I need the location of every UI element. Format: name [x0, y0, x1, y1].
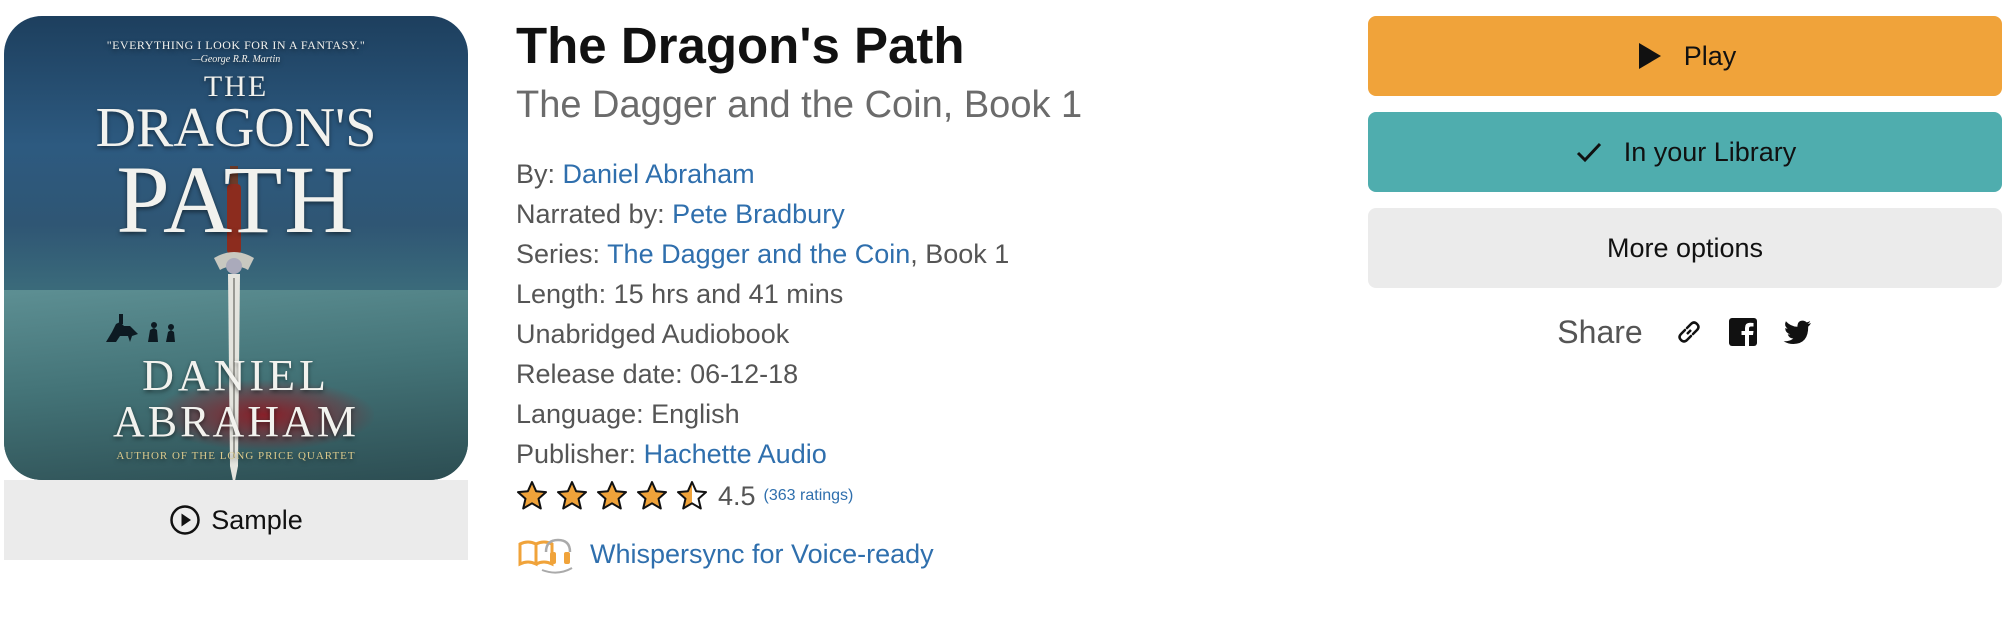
- author-link[interactable]: Daniel Abraham: [563, 159, 755, 189]
- series-link[interactable]: The Dagger and the Coin: [607, 239, 910, 269]
- cover-author-first: DANIEL: [142, 351, 330, 400]
- narrator-label: Narrated by:: [516, 199, 665, 229]
- whispersync-link[interactable]: Whispersync for Voice-ready: [590, 539, 934, 570]
- author-label: By:: [516, 159, 556, 189]
- language-row: Language: English: [516, 399, 740, 429]
- rating-value: 4.5: [718, 480, 756, 511]
- facebook-icon[interactable]: [1727, 316, 1759, 348]
- cover-author-last: ABRAHAM: [113, 397, 359, 446]
- checkmark-icon: [1576, 142, 1601, 163]
- whispersync-row: Whispersync for Voice-ready: [516, 528, 1316, 580]
- cover-quote-attribution: —George R.R. Martin: [191, 54, 281, 65]
- publisher-link[interactable]: Hachette Audio: [644, 439, 827, 469]
- cover-tagline: AUTHOR OF THE LONG PRICE QUARTET: [116, 450, 356, 462]
- book-headphones-icon: [518, 538, 573, 574]
- star-half-icon: [677, 481, 707, 510]
- actions-panel: Play In your Library More options Share: [1368, 16, 2002, 360]
- narrator-row: Narrated by: Pete Bradbury: [516, 194, 1316, 234]
- in-library-label: In your Library: [1623, 136, 1797, 167]
- play-label: Play: [1683, 40, 1737, 71]
- sample-button[interactable]: Sample: [4, 480, 468, 560]
- twitter-icon[interactable]: [1781, 316, 1813, 348]
- length-row: Length: 15 hrs and 41 mins: [516, 279, 844, 309]
- format-row: Unabridged Audiobook: [516, 319, 790, 349]
- book-meta: By: Daniel Abraham Narrated by: Pete Bra…: [516, 154, 1316, 474]
- author-row: By: Daniel Abraham: [516, 154, 1316, 194]
- play-icon: [1638, 43, 1661, 69]
- series-row: Series: The Dagger and the Coin, Book 1: [516, 234, 1316, 274]
- share-label: Share: [1557, 313, 1643, 350]
- book-info: The Dragon's Path The Dagger and the Coi…: [516, 14, 1316, 580]
- cover-quote: "EVERYTHING I LOOK FOR IN A FANTASY.": [106, 38, 366, 52]
- cover-art[interactable]: "EVERYTHING I LOOK FOR IN A FANTASY." —G…: [4, 16, 468, 480]
- more-options-label: More options: [1606, 232, 1764, 263]
- star-full-icon: [637, 481, 667, 510]
- share-row: Share: [1368, 304, 2002, 360]
- cover-column: "EVERYTHING I LOOK FOR IN A FANTASY." —G…: [4, 16, 468, 560]
- star-rating: [516, 480, 708, 512]
- series-book-number: , Book 1: [910, 239, 1010, 269]
- cover-title-path: PATH: [116, 146, 356, 253]
- ratings-count-link[interactable]: (363 ratings): [764, 487, 854, 505]
- more-options-button[interactable]: More options: [1368, 208, 2002, 288]
- riders-silhouette: [106, 314, 175, 342]
- book-subtitle: The Dagger and the Coin, Book 1: [516, 84, 1083, 126]
- narrator-link[interactable]: Pete Bradbury: [672, 199, 845, 229]
- book-title: The Dragon's Path: [516, 17, 965, 74]
- star-full-icon: [557, 481, 587, 510]
- release-date-row: Release date: 06-12-18: [516, 359, 799, 389]
- sample-label: Sample: [211, 504, 303, 535]
- play-button[interactable]: Play: [1368, 16, 2002, 96]
- series-label: Series:: [516, 239, 601, 269]
- publisher-row: Publisher: Hachette Audio: [516, 434, 1316, 474]
- star-full-icon: [517, 481, 547, 510]
- publisher-label: Publisher:: [516, 439, 637, 469]
- play-circle-icon: [170, 505, 200, 535]
- rating-row: 4.5 (363 ratings): [516, 474, 1316, 518]
- copy-link-icon[interactable]: [1673, 316, 1705, 348]
- in-library-button[interactable]: In your Library: [1368, 112, 2002, 192]
- star-full-icon: [597, 481, 627, 510]
